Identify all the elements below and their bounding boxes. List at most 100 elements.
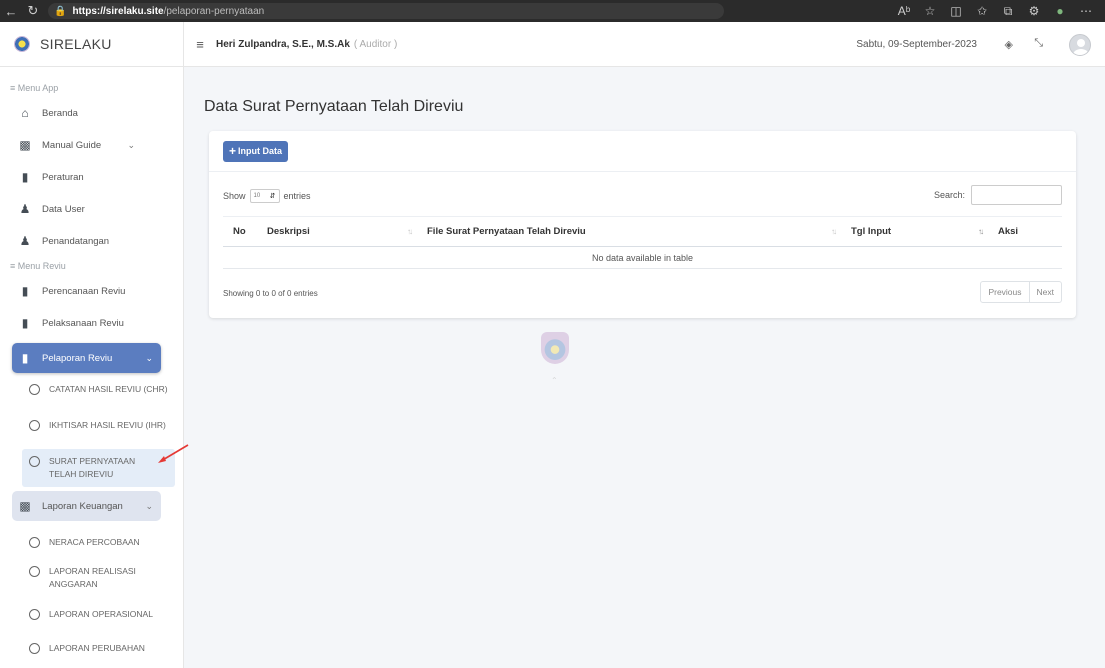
data-table: No Deskripsi ↑↓ File Surat Pernyataan Tel…: [223, 216, 1062, 269]
page-title: Data Surat Pernyataan Telah Direviu: [204, 98, 464, 115]
entries-value: 10: [253, 193, 261, 199]
home-icon: ⌂: [21, 106, 29, 120]
refresh-icon[interactable]: ↻: [22, 0, 44, 22]
table-info: Showing 0 to 0 of 0 entries: [223, 289, 318, 298]
sidebar-item-label: Perencanaan Reviu: [42, 285, 126, 297]
file-icon: ▮: [21, 351, 29, 365]
brand-logo: [14, 36, 30, 52]
sidebar-item-data-user[interactable]: ♟ Data User: [0, 193, 183, 225]
profile-icon[interactable]: ●: [1047, 4, 1073, 18]
column-header-file[interactable]: File Surat Pernyataan Telah Direviu ↑↓: [417, 216, 841, 247]
circle-icon: [29, 384, 40, 395]
avatar[interactable]: [1069, 34, 1091, 56]
emblem-logo: [541, 332, 569, 364]
column-header-aksi[interactable]: Aksi: [988, 216, 1062, 247]
loading-spinner-icon: ⌃: [551, 376, 558, 385]
circle-icon: [29, 566, 40, 577]
entries-length: Show 10 ⇵ entries: [223, 189, 311, 203]
sidebar-item-label: Peraturan: [42, 171, 84, 183]
pagination: Previous Next: [980, 281, 1062, 303]
url-path: /pelaporan-pernyataan: [163, 5, 265, 17]
select-arrows-icon: ⇵: [269, 193, 276, 200]
sidebar-subitem-lpe[interactable]: LAPORAN PERUBAHAN: [0, 631, 183, 665]
sidebar-item-label: Penandatangan: [42, 235, 110, 247]
sidebar-item-label: Manual Guide: [42, 139, 102, 151]
sidebar-subitem-neraca[interactable]: NERACA PERCOBAAN: [0, 525, 183, 559]
search-input[interactable]: [971, 185, 1062, 205]
address-bar[interactable]: 🔒 https://sirelaku.site/pelaporan-pernya…: [48, 3, 724, 19]
split-screen-icon[interactable]: ◫: [943, 4, 969, 18]
sidebar-item-label: Beranda: [42, 107, 78, 119]
user-icon: ♟: [19, 234, 31, 248]
sidebar-item-laporan-keuangan[interactable]: ▩ Laporan Keuangan ⌄: [12, 491, 161, 521]
url-host: https://sirelaku.site: [72, 5, 164, 17]
circle-icon: [29, 536, 40, 548]
current-date: Sabtu, 09-September-2023: [856, 38, 977, 50]
building-icon: ▩: [19, 499, 31, 513]
sidebar: SIRELAKU ≡ Menu App ⌂ Beranda ▩ Manual G…: [0, 22, 184, 668]
users-icon: ♟: [19, 202, 31, 216]
sidebar-subitem-lo[interactable]: LAPORAN OPERASIONAL: [0, 597, 183, 631]
column-header-deskripsi[interactable]: Deskripsi ↑↓: [257, 216, 417, 247]
datatable-controls: Show 10 ⇵ entries Search:: [223, 185, 1062, 205]
lock-icon: 🔒: [54, 5, 67, 17]
favorite-icon[interactable]: ☆: [917, 4, 943, 18]
globe-icon[interactable]: ◈: [1005, 38, 1013, 51]
column-header-no[interactable]: No: [223, 216, 257, 247]
previous-button[interactable]: Previous: [981, 282, 1028, 302]
extensions-icon[interactable]: ⚙: [1021, 4, 1047, 18]
sidebar-subitem-label: NERACA PERCOBAAN: [49, 536, 140, 547]
sidebar-item-penandatangan[interactable]: ♟ Penandatangan: [0, 225, 183, 257]
sidebar-item-label: Pelaksanaan Reviu: [42, 317, 124, 329]
browser-actions: Aᵇ ☆ ◫ ✩ ⧉ ⚙ ● ⋯: [891, 0, 1099, 22]
sidebar-item-pelaksanaan-reviu[interactable]: ▮ Pelaksanaan Reviu: [0, 307, 183, 339]
sidebar-item-pelaporan-reviu[interactable]: ▮ Pelaporan Reviu ⌄: [12, 343, 161, 373]
empty-table-message: No data available in table: [223, 246, 1062, 269]
more-icon[interactable]: ⋯: [1073, 4, 1099, 18]
table-header-row: No Deskripsi ↑↓ File Surat Pernyataan Tel…: [223, 216, 1062, 247]
collections-icon[interactable]: ⧉: [995, 4, 1021, 19]
input-data-button[interactable]: + Input Data: [223, 140, 289, 162]
sidebar-item-label: Data User: [42, 203, 85, 215]
entries-select[interactable]: 10 ⇵: [249, 189, 280, 203]
sidebar-item-manual-guide[interactable]: ▩ Manual Guide ⌄: [0, 129, 183, 161]
sidebar-item-perencanaan-reviu[interactable]: ▮ Perencanaan Reviu: [0, 275, 183, 307]
user-role: ( Auditor ): [353, 38, 398, 50]
file-icon: ▮: [21, 284, 29, 298]
next-button[interactable]: Next: [1028, 282, 1061, 302]
sidebar-subitem-lra[interactable]: LAPORAN REALISASI ANGGARAN: [0, 559, 183, 597]
sort-icon: ↑↓: [978, 227, 984, 236]
sort-icon: ↑↓: [407, 227, 413, 236]
sidebar-subitem-label: LAPORAN PERUBAHAN: [49, 642, 145, 653]
entries-label: entries: [283, 191, 311, 201]
annotation-arrow-icon: [158, 444, 189, 463]
sidebar-subitem-label: CATATAN HASIL REVIU (CHR): [49, 384, 168, 394]
book-icon: ▩: [19, 138, 31, 152]
sidebar-item-peraturan[interactable]: ▮ Peraturan: [0, 161, 183, 193]
favorites-icon[interactable]: ✩: [969, 4, 995, 18]
chevron-down-icon: ⌄: [145, 500, 153, 511]
sidebar-item-label: Pelaporan Reviu: [42, 352, 113, 364]
file-icon: ▮: [21, 316, 29, 330]
read-aloud-icon[interactable]: Aᵇ: [891, 4, 917, 18]
fullscreen-icon[interactable]: ⤡: [1034, 37, 1043, 50]
back-icon[interactable]: ←: [0, 0, 22, 22]
sidebar-item-beranda[interactable]: ⌂ Beranda: [0, 97, 183, 129]
datatable-footer: Showing 0 to 0 of 0 entries Previous Nex…: [223, 281, 1062, 303]
column-header-tgl-input[interactable]: Tgl Input ↑↓: [841, 216, 988, 247]
user-name: Heri Zulpandra, S.E., M.S.Ak: [216, 38, 350, 50]
sidebar-subitem-label: IKHTISAR HASIL REVIU (IHR): [49, 420, 166, 430]
show-label: Show: [223, 191, 246, 201]
top-navbar: ≡ Heri Zulpandra, S.E., M.S.Ak ( Auditor…: [184, 22, 1105, 67]
card-header: + Input Data: [209, 131, 1076, 172]
menu-toggle-icon[interactable]: ≡: [184, 37, 216, 52]
circle-icon: [29, 456, 40, 467]
loading-emblem: ⌃: [541, 332, 569, 385]
input-data-label: Input Data: [238, 146, 283, 156]
sidebar-subitem-surat-pernyataan[interactable]: SURAT PERNYATAAN TELAH DIREVIU: [22, 449, 175, 487]
bookmark-icon: ▮: [21, 170, 29, 184]
circle-icon: [29, 420, 40, 431]
brand[interactable]: SIRELAKU: [0, 22, 183, 67]
sidebar-subitem-chr[interactable]: CATATAN HASIL REVIU (CHR): [0, 377, 183, 413]
table-row: No data available in table: [223, 246, 1062, 269]
